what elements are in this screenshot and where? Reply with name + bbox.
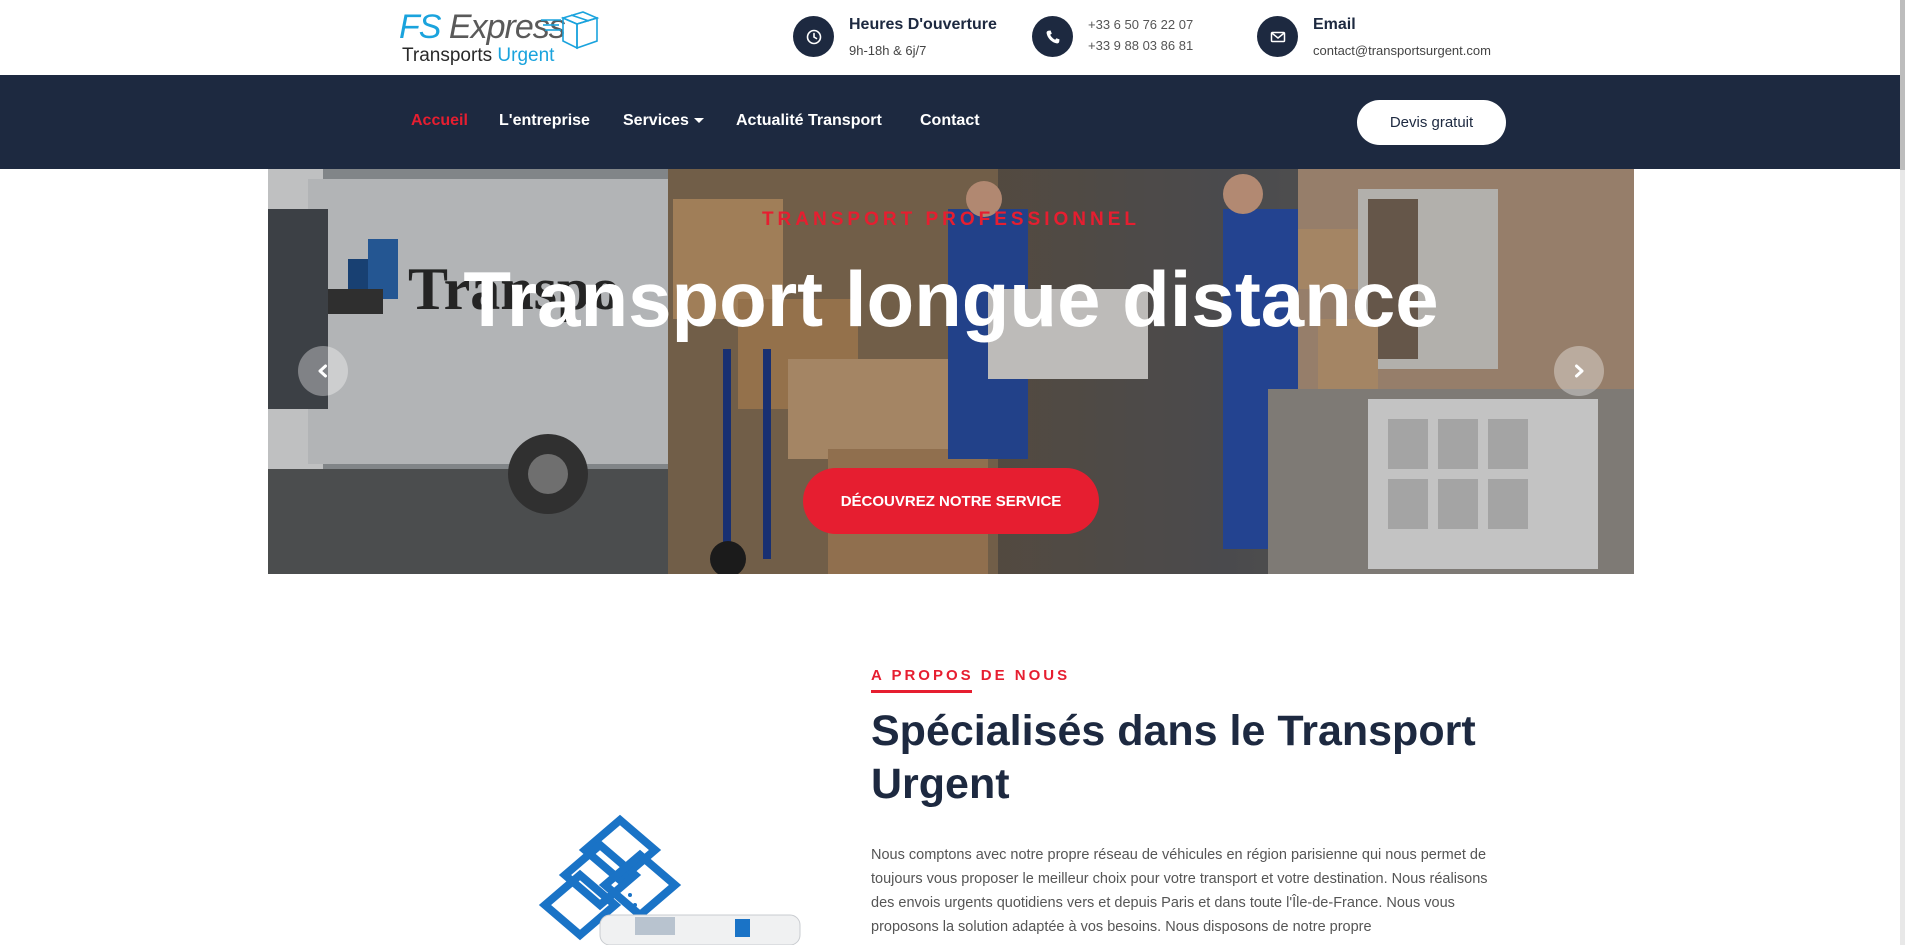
logo-tagline: Transports Urgent [402, 45, 555, 66]
chevron-right-icon [1575, 364, 1584, 378]
about-paragraph: Nous comptons avec notre propre réseau d… [871, 847, 1488, 935]
hero-slider: Transpo TRANSPORT PROFESSIONNEL Transpor… [268, 169, 1634, 574]
site-logo[interactable]: FS Express Transports Urgent [399, 8, 604, 70]
hours-value: 9h-18h & 6j/7 [849, 43, 927, 58]
package-box-icon [541, 11, 600, 50]
about-eyebrow: A PROPOS DE NOUS [871, 667, 1071, 684]
about-title: Spécialisés dans le Transport Urgent [871, 707, 1476, 808]
phone-icon [1032, 16, 1073, 57]
email-title: Email [1313, 16, 1356, 33]
clock-icon [793, 16, 834, 57]
nav-actualite[interactable]: Actualité Transport [736, 112, 882, 130]
envelope-icon [1257, 16, 1298, 57]
email-value[interactable]: contact@transportsurgent.com [1313, 43, 1491, 58]
nav-contact[interactable]: Contact [920, 112, 980, 130]
phone-2[interactable]: +33 9 88 03 86 81 [1088, 38, 1193, 53]
nav-entreprise[interactable]: L'entreprise [499, 112, 590, 130]
chevron-left-icon [318, 364, 327, 378]
about-illustration [538, 814, 801, 945]
hero-title: Transport longue distance [463, 255, 1439, 343]
nav-services[interactable]: Services [623, 112, 704, 130]
phone-1[interactable]: +33 6 50 76 22 07 [1088, 17, 1193, 32]
free-quote-button[interactable]: Devis gratuit [1357, 100, 1506, 145]
main-navbar: Accueil L'entreprise Services Actualité … [0, 75, 1905, 169]
hero-eyebrow: TRANSPORT PROFESSIONNEL [761, 209, 1141, 230]
hours-title: Heures D'ouverture [849, 16, 997, 33]
chevron-down-icon [693, 118, 704, 124]
eyebrow-underline [871, 690, 972, 693]
slider-prev-button[interactable] [298, 346, 348, 396]
nav-accueil[interactable]: Accueil [411, 112, 468, 130]
top-bar: FS Express Transports Urgent Heures D'ou… [0, 0, 1905, 75]
slider-next-button[interactable] [1554, 346, 1604, 396]
nav-services-label: Services [623, 112, 689, 129]
scrollbar-thumb[interactable] [1900, 0, 1905, 170]
discover-service-button[interactable]: DÉCOUVREZ NOTRE SERVICE [803, 468, 1099, 534]
